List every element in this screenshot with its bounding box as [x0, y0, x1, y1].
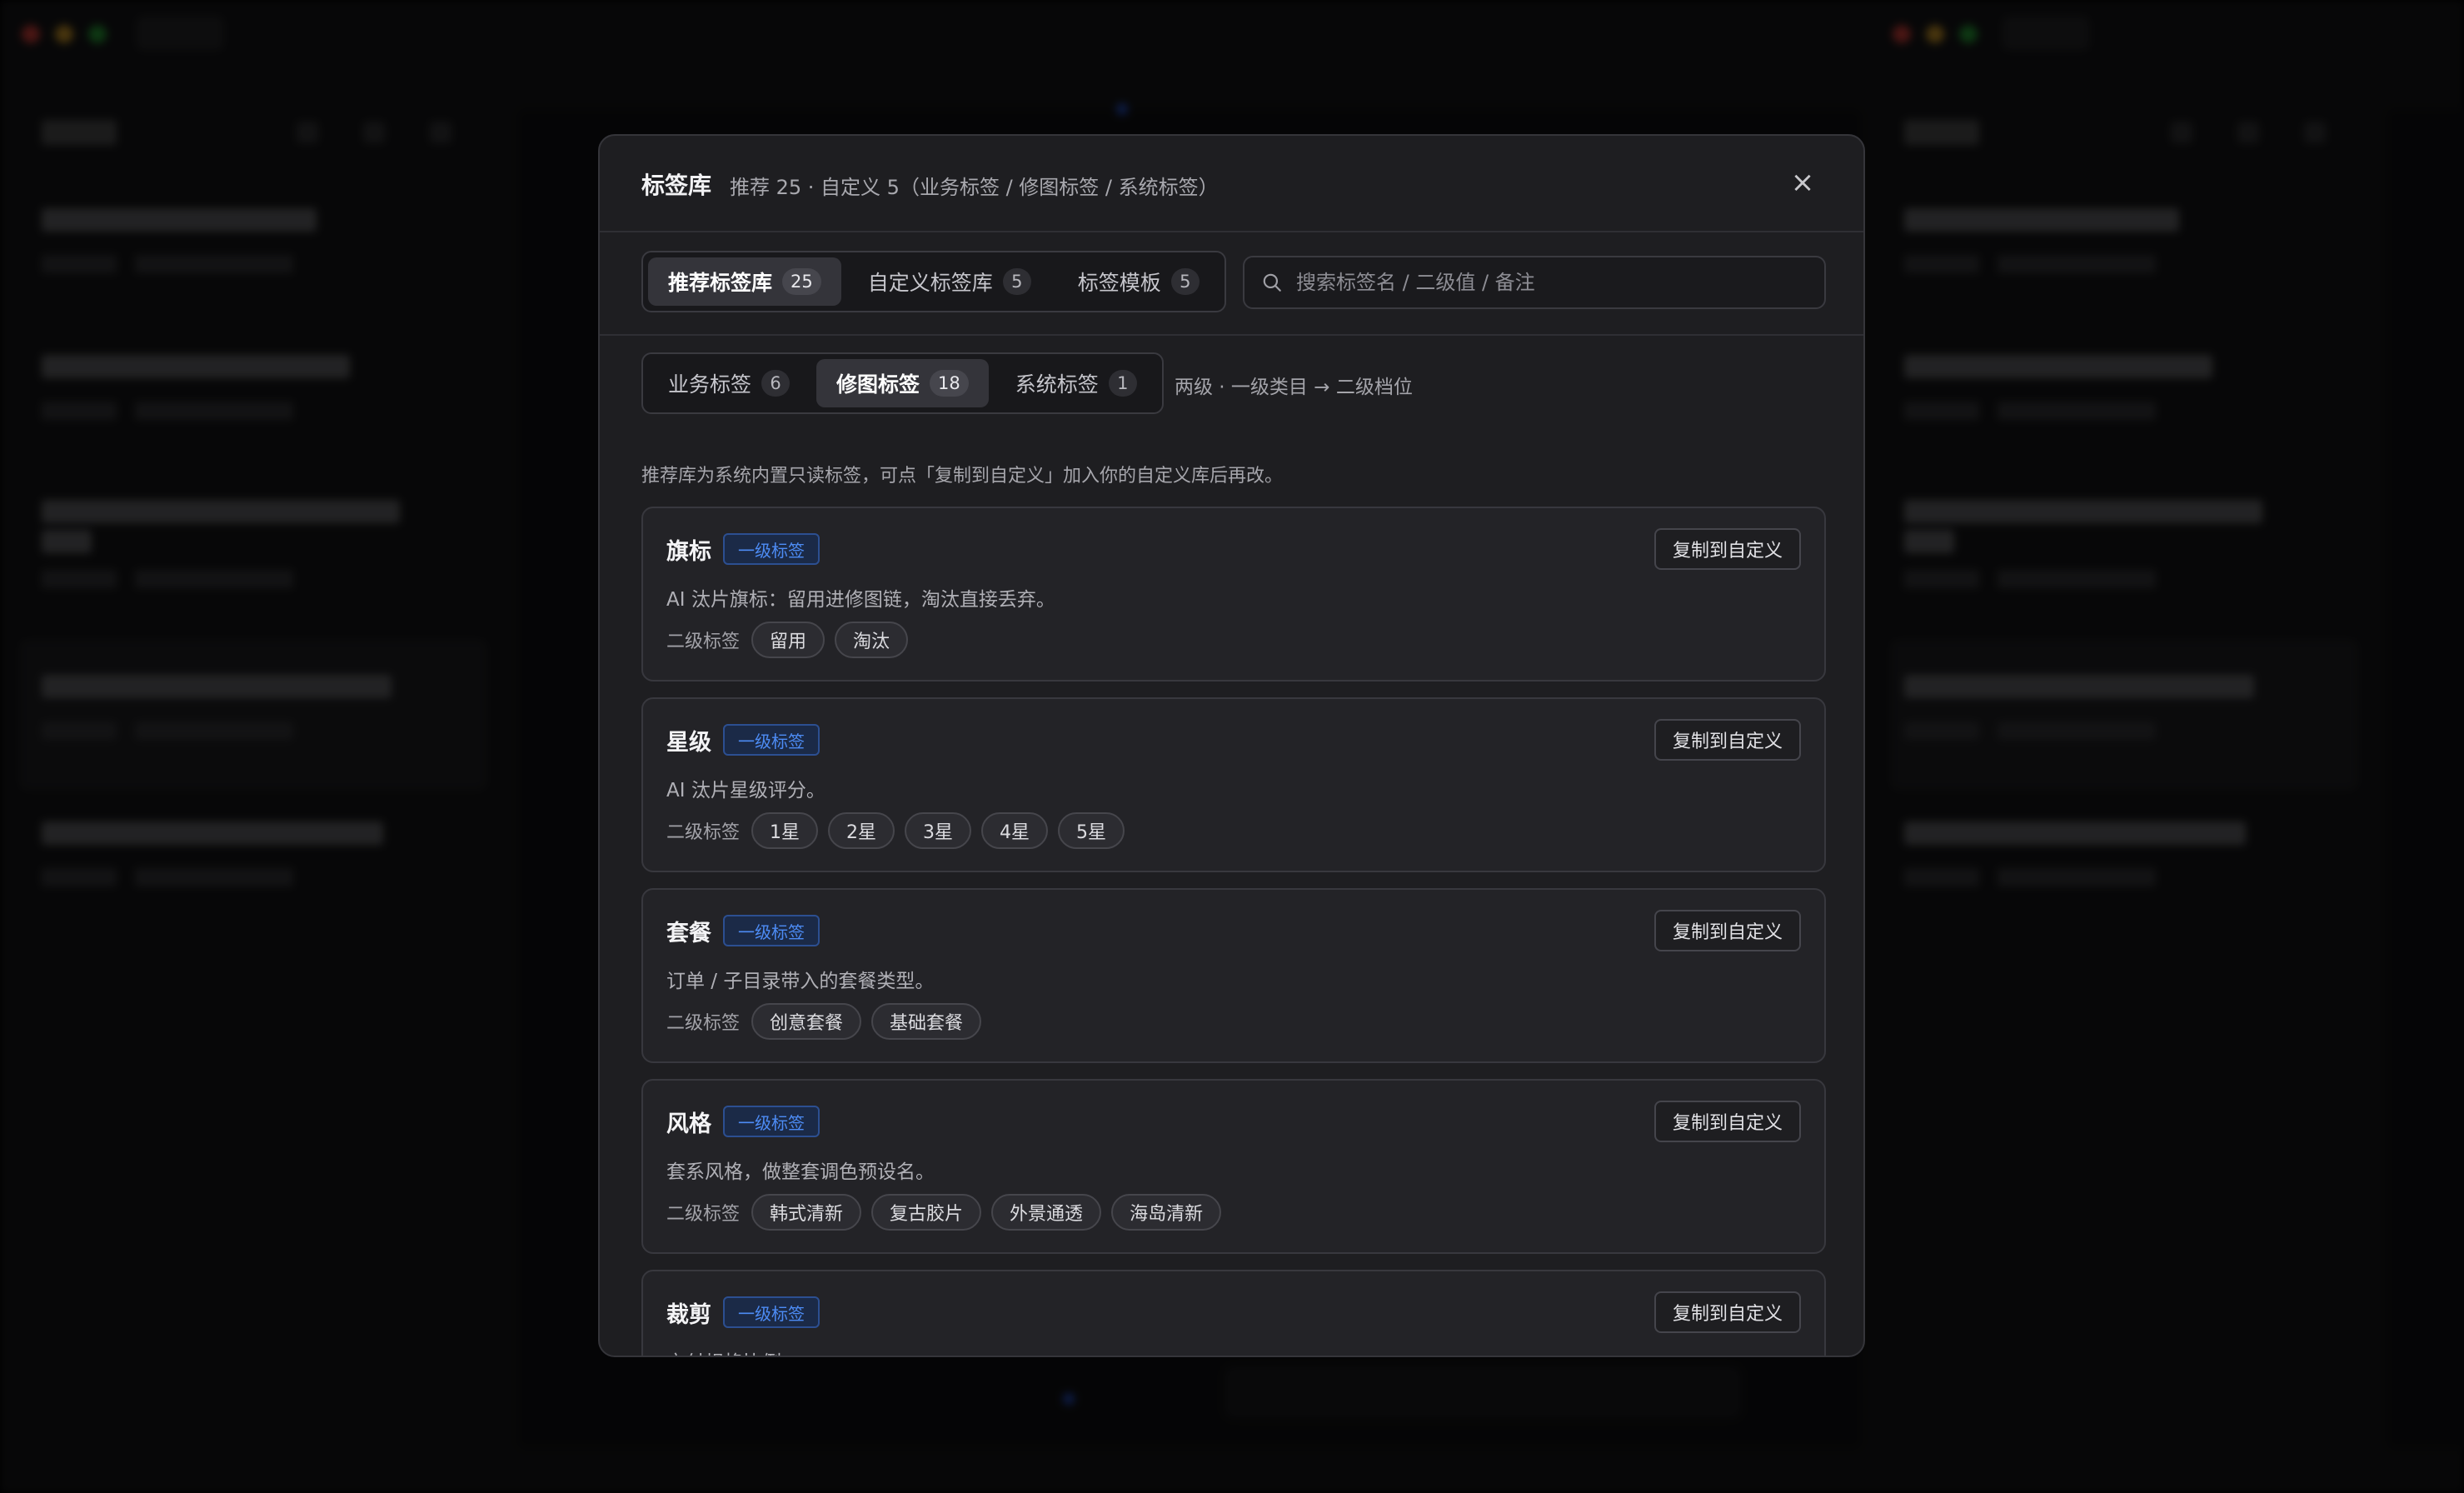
tag-description: AI 汰片星级评分。 [666, 780, 825, 801]
tab-recommended-library[interactable]: 推荐标签库 25 [648, 257, 841, 306]
sub-tag-label: 二级标签 [666, 822, 741, 843]
sub-tag-row: 二级标签 韩式清新 复古胶片 外景通透 海岛清新 [666, 1194, 1222, 1231]
tag-card: 裁剪 一级标签 复制到自定义 交付规格比例。 [641, 1270, 1826, 1356]
library-tabs: 推荐标签库 25 自定义标签库 5 标签模板 5 [641, 251, 1226, 312]
copy-to-custom-button[interactable]: 复制到自定义 [1653, 1101, 1801, 1142]
count-badge: 5 [1170, 268, 1200, 295]
copy-to-custom-button[interactable]: 复制到自定义 [1653, 910, 1801, 951]
tag-name: 风格 [666, 1111, 711, 1137]
sub-tag-chip: 外景通透 [991, 1194, 1102, 1231]
tab-business-tags[interactable]: 业务标签 6 [648, 359, 810, 407]
tag-list: 旗标 一级标签 复制到自定义 AI 汰片旗标：留用进修图链，淘汰直接丢弃。 二级… [641, 507, 1826, 1356]
category-tabs: 业务标签 6 修图标签 18 系统标签 1 [641, 352, 1164, 414]
count-badge: 18 [930, 370, 969, 397]
sub-tag-label: 二级标签 [666, 1204, 741, 1225]
tag-name: 裁剪 [666, 1302, 711, 1328]
tab-label: 标签模板 [1077, 271, 1161, 295]
tab-label: 自定义标签库 [867, 271, 993, 295]
search-input[interactable] [1296, 271, 1808, 294]
count-badge: 25 [782, 268, 821, 295]
sub-tag-label: 二级标签 [666, 1013, 741, 1034]
count-badge: 1 [1108, 370, 1137, 397]
sub-tag-chip: 海岛清新 [1111, 1194, 1222, 1231]
tag-library-dialog: 标签库 推荐 25 · 自定义 5（业务标签 / 修图标签 / 系统标签） × … [598, 134, 1865, 1357]
sub-tag-chip: 淘汰 [835, 622, 909, 658]
tag-description: AI 汰片旗标：留用进修图链，淘汰直接丢弃。 [666, 589, 1055, 611]
sub-tag-row: 二级标签 创意套餐 基础套餐 [666, 1003, 982, 1040]
tab-tag-templates[interactable]: 标签模板 5 [1058, 257, 1220, 306]
tag-card: 旗标 一级标签 复制到自定义 AI 汰片旗标：留用进修图链，淘汰直接丢弃。 二级… [641, 507, 1826, 682]
tab-label: 推荐标签库 [668, 271, 773, 295]
sub-tag-chip: 3星 [905, 812, 972, 849]
level-badge: 一级标签 [723, 1106, 820, 1137]
tag-name: 套餐 [666, 921, 711, 946]
level-badge: 一级标签 [723, 533, 820, 565]
sub-tag-chip: 留用 [751, 622, 825, 658]
tab-retouch-tags[interactable]: 修图标签 18 [816, 359, 989, 407]
tag-card: 套餐 一级标签 复制到自定义 订单 / 子目录带入的套餐类型。 二级标签 创意套… [641, 888, 1826, 1063]
copy-to-custom-button[interactable]: 复制到自定义 [1653, 528, 1801, 570]
tag-description: 套系风格，做整套调色预设名。 [666, 1161, 935, 1183]
level-badge: 一级标签 [723, 1296, 820, 1328]
close-icon[interactable]: × [1784, 164, 1821, 201]
sub-tag-chip: 基础套餐 [871, 1003, 982, 1040]
tab-label: 业务标签 [668, 372, 752, 397]
search-icon [1263, 273, 1281, 292]
tag-card: 风格 一级标签 复制到自定义 套系风格，做整套调色预设名。 二级标签 韩式清新 … [641, 1079, 1826, 1254]
sub-tag-chip: 1星 [751, 812, 819, 849]
sub-tag-chip: 4星 [981, 812, 1049, 849]
search-box[interactable] [1243, 256, 1826, 309]
sub-tag-label: 二级标签 [666, 632, 741, 652]
tab-label: 系统标签 [1015, 372, 1099, 397]
level-badge: 一级标签 [723, 915, 820, 946]
copy-to-custom-button[interactable]: 复制到自定义 [1653, 719, 1801, 761]
sub-tag-row: 二级标签 1星 2星 3星 4星 5星 [666, 812, 1125, 849]
copy-to-custom-button[interactable]: 复制到自定义 [1653, 1291, 1801, 1333]
sub-tag-chip: 创意套餐 [751, 1003, 862, 1040]
dialog-title: 标签库 [641, 172, 712, 199]
tag-name: 星级 [666, 730, 711, 756]
count-badge: 5 [1002, 268, 1031, 295]
sub-tag-chip: 5星 [1058, 812, 1125, 849]
tab-system-tags[interactable]: 系统标签 1 [995, 359, 1157, 407]
structure-hint: 两级 · 一级类目 → 二级档位 [1175, 377, 1413, 398]
tab-label: 修图标签 [836, 372, 920, 397]
tag-description: 交付规格比例。 [666, 1346, 801, 1356]
tag-card: 星级 一级标签 复制到自定义 AI 汰片星级评分。 二级标签 1星 2星 3星 … [641, 697, 1826, 872]
sub-tag-chip: 2星 [828, 812, 895, 849]
count-badge: 6 [761, 370, 791, 397]
library-info-text: 推荐库为系统内置只读标签，可点「复制到自定义」加入你的自定义库后再改。 [641, 466, 1284, 487]
tag-name: 旗标 [666, 539, 711, 565]
tag-description: 订单 / 子目录带入的套餐类型。 [666, 971, 935, 992]
sub-tag-chip: 韩式清新 [751, 1194, 862, 1231]
dialog-header: 标签库 推荐 25 · 自定义 5（业务标签 / 修图标签 / 系统标签） × [600, 136, 1863, 232]
dialog-subtitle: 推荐 25 · 自定义 5（业务标签 / 修图标签 / 系统标签） [730, 176, 1219, 199]
section-divider [600, 334, 1863, 336]
tab-custom-library[interactable]: 自定义标签库 5 [848, 257, 1051, 306]
sub-tag-row: 二级标签 留用 淘汰 [666, 622, 909, 658]
level-badge: 一级标签 [723, 724, 820, 756]
sub-tag-chip: 复古胶片 [871, 1194, 982, 1231]
